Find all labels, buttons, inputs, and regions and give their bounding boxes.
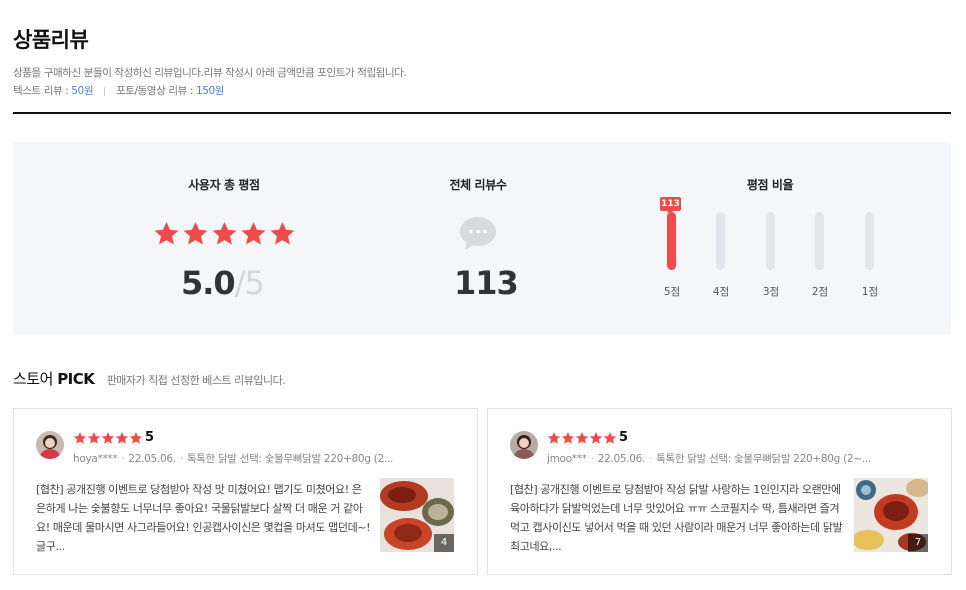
review-photo[interactable]: 4 [380,478,454,552]
star-icon [589,432,603,444]
header-divider [13,112,951,114]
star-icon [183,222,208,245]
divider [104,86,106,96]
rating-bar-label: 1점 [861,286,879,298]
star-icon [87,432,101,444]
avg-score-value: 5.0 [181,264,236,302]
star-icon [241,222,266,245]
star-icon [154,222,179,245]
text-review-label: 텍스트 리뷰 : [13,85,69,97]
store-pick-title: 스토어 PICK 판매자가 직접 선정한 베스트 리뷰입니다. [13,368,286,389]
rating-bar-fill [667,212,676,270]
review-user: jmoo*** [547,453,587,465]
star-icon [270,222,295,245]
review-photo[interactable]: 7 [854,478,928,552]
review-option: 톡톡한 닭발 선택: 숯불무뼈닭발 220+80g (2~... [656,453,871,465]
photo-count: 4 [434,534,454,552]
review-score: 5 [145,430,155,445]
star-icon [73,432,87,444]
avg-score-max: /5 [234,264,265,302]
rating-bar [815,212,824,270]
photo-review-label: 포토/동영상 리뷰 : [116,85,193,97]
review-points-info: 텍스트 리뷰 : 50원 포토/동영상 리뷰 : 150원 [13,83,224,98]
pick-title-prefix: 스토어 [13,370,53,388]
pick-subtitle: 판매자가 직접 선정한 베스트 리뷰입니다. [106,374,286,387]
text-review-points: 50원 [71,85,94,97]
rating-bar-label: 4점 [712,286,730,298]
review-date: 22.05.06. [128,453,176,465]
rating-bar-label: 3점 [762,286,780,298]
page-title: 상품리뷰 [13,28,89,52]
star-icon [561,432,575,444]
review-body: [협찬] 공개진행 이벤트로 당첨받아 작성 닭발 사랑하는 1인인지라 오랜만… [510,483,843,553]
review-date: 22.05.06. [597,453,646,465]
avg-score: 5.0/5 [181,264,265,302]
speech-bubble-icon [460,217,496,250]
star-icon [212,222,237,245]
rating-summary: 사용자 총 평점 5.0/5 전체 리뷰수 113 평점 비율 113 5점 4점… [13,142,951,335]
photo-review-points: 150원 [195,85,225,97]
review-meta: jmoo*** · 22.05.06. · 톡톡한 닭발 선택: 숯불무뼈닭발 220+… [547,453,871,465]
rating-bar [865,212,874,270]
top-count-tag: 113 [660,197,681,215]
rating-bar-label: 5점 [663,286,681,298]
review-stars [73,431,143,445]
rating-ratio-label: 평점 비율 [746,178,794,192]
review-description: 상품을 구매하신 분들이 작성하신 리뷰입니다.리뷰 작성시 아래 금액만큼 포… [13,67,407,79]
rating-bar-label: 2점 [811,286,829,298]
rating-bar [766,212,775,270]
avatar [36,431,64,459]
star-icon [547,432,561,444]
star-icon [101,432,115,444]
review-stars [547,431,617,445]
rating-bar [716,212,725,270]
total-reviews-label: 전체 리뷰수 [449,178,507,192]
review-card[interactable]: 5 hoya**** · 22.05.06. · 톡톡한 닭발 선택: 숯불무뼈닭발 2… [13,408,478,575]
star-icon [603,432,617,444]
photo-count: 7 [908,534,928,552]
review-option: 톡톡한 닭발 선택: 숯불무뼈닭발 220+80g (2... [186,453,393,465]
avg-stars [153,220,296,247]
avatar [510,431,538,459]
review-body: [협찬] 공개진행 이벤트로 당첨받아 작성 맛 미쳤어요! 맵기도 미쳤어요!… [36,483,371,553]
review-score: 5 [619,430,629,445]
rating-bar [667,212,676,270]
avg-rating-label: 사용자 총 평점 [188,178,260,192]
star-icon [115,432,129,444]
review-meta: hoya**** · 22.05.06. · 톡톡한 닭발 선택: 숯불무뼈닭발 220… [73,453,393,465]
pick-title-bold: PICK [57,370,95,388]
star-icon [129,432,143,444]
total-reviews-count: 113 [454,264,519,302]
review-user: hoya**** [73,453,118,465]
review-card[interactable]: 5 jmoo*** · 22.05.06. · 톡톡한 닭발 선택: 숯불무뼈닭발 22… [487,408,952,575]
star-icon [575,432,589,444]
